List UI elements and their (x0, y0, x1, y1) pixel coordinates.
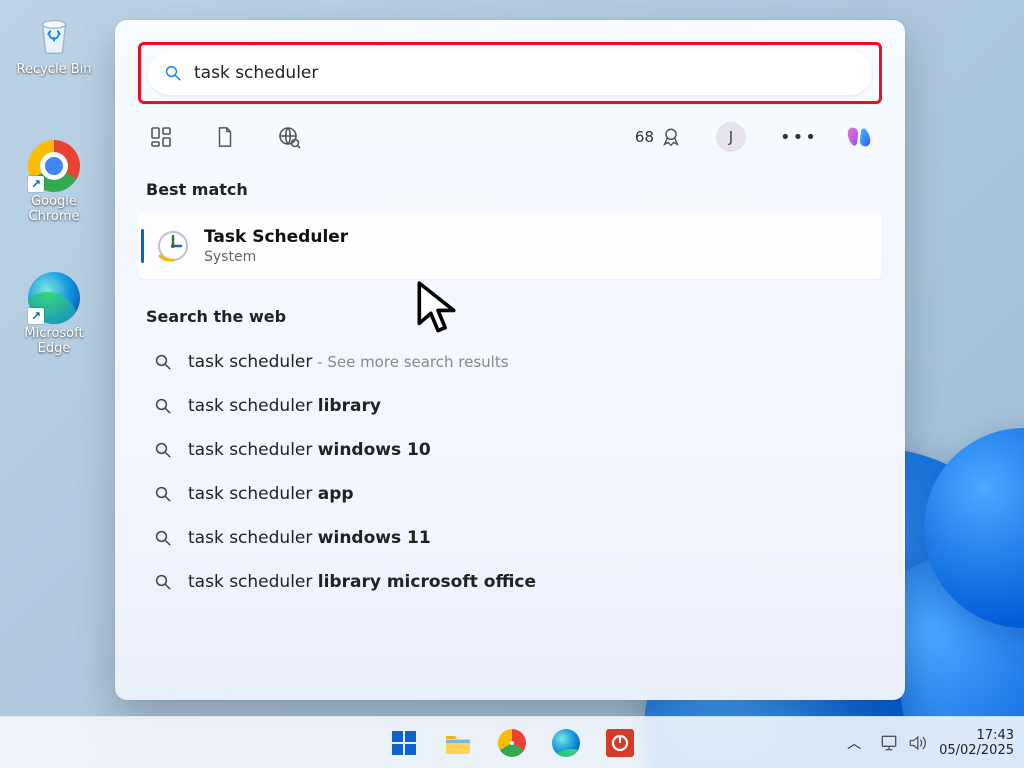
taskbar-clock[interactable]: 17:43 05/02/2025 (939, 728, 1014, 758)
search-icon (154, 485, 172, 503)
more-options-button[interactable]: ••• (780, 127, 810, 148)
shortcut-arrow-icon: ↗ (28, 176, 44, 192)
taskbar-file-explorer[interactable] (437, 722, 479, 764)
web-result-text: task scheduler windows 11 (188, 528, 431, 548)
web-result-text: task scheduler library microsoft office (188, 572, 536, 592)
shortcut-arrow-icon: ↗ (28, 308, 44, 324)
account-avatar[interactable]: J (716, 122, 746, 152)
best-match-heading: Best match (146, 180, 882, 199)
desktop-icon-label: Microsoft Edge (15, 326, 93, 356)
search-icon (154, 529, 172, 547)
best-match-subtitle: System (204, 249, 348, 265)
web-result-item[interactable]: task scheduler library microsoft office (138, 560, 882, 604)
start-search-panel: 68 J ••• Best match Task Scheduler Syste… (115, 20, 905, 700)
volume-icon (907, 733, 927, 753)
rewards-points[interactable]: 68 (635, 126, 682, 148)
desktop-icon-google-chrome[interactable]: ↗ Google Chrome (15, 140, 93, 224)
copilot-icon[interactable] (844, 122, 874, 152)
search-icon (154, 441, 172, 459)
rewards-medal-icon (660, 126, 682, 148)
taskbar-power-app[interactable] (599, 722, 641, 764)
desktop-icon-recycle-bin[interactable]: Recycle Bin (15, 8, 93, 77)
web-result-item[interactable]: task scheduler library (138, 384, 882, 428)
clock-date: 05/02/2025 (939, 743, 1014, 758)
web-result-text: task scheduler windows 10 (188, 440, 431, 460)
taskbar-right: ︿ 17:43 05/02/2025 (841, 728, 1014, 758)
taskbar: ︿ 17:43 05/02/2025 (0, 716, 1024, 768)
network-icon (879, 733, 899, 753)
search-box-highlight (138, 42, 882, 104)
web-result-text: task scheduler app (188, 484, 354, 504)
start-button[interactable] (383, 722, 425, 764)
desktop-icon-microsoft-edge[interactable]: ↗ Microsoft Edge (15, 272, 93, 356)
avatar-initial: J (729, 128, 733, 146)
task-scheduler-clock-icon (156, 229, 190, 263)
web-result-text: task scheduler library (188, 396, 381, 416)
search-web-heading: Search the web (146, 307, 882, 326)
recycle-bin-icon (28, 8, 80, 60)
taskbar-center (383, 722, 641, 764)
search-icon (154, 573, 172, 591)
search-input[interactable] (194, 63, 856, 83)
documents-filter-icon[interactable] (210, 122, 240, 152)
search-icon (154, 353, 172, 371)
web-results-list: task scheduler - See more search results… (138, 340, 882, 604)
rewards-count: 68 (635, 128, 654, 146)
best-match-result[interactable]: Task Scheduler System (138, 213, 882, 279)
web-result-item[interactable]: task scheduler app (138, 472, 882, 516)
web-result-item[interactable]: task scheduler - See more search results (138, 340, 882, 384)
search-box[interactable] (148, 51, 872, 95)
systray-overflow-button[interactable]: ︿ (841, 729, 867, 757)
clock-time: 17:43 (939, 728, 1014, 743)
best-match-title: Task Scheduler (204, 227, 348, 247)
taskbar-chrome[interactable] (491, 722, 533, 764)
web-result-item[interactable]: task scheduler windows 10 (138, 428, 882, 472)
search-filter-row: 68 J ••• (146, 122, 874, 152)
systray-network-volume[interactable] (879, 733, 927, 753)
web-result-item[interactable]: task scheduler windows 11 (138, 516, 882, 560)
web-filter-icon[interactable] (274, 122, 304, 152)
search-icon (164, 64, 182, 82)
desktop-icon-label: Google Chrome (15, 194, 93, 224)
edge-icon: ↗ (28, 272, 80, 324)
search-icon (154, 397, 172, 415)
apps-filter-icon[interactable] (146, 122, 176, 152)
web-result-text: task scheduler - See more search results (188, 352, 509, 372)
desktop-icon-label: Recycle Bin (15, 62, 93, 77)
taskbar-edge[interactable] (545, 722, 587, 764)
chrome-icon: ↗ (28, 140, 80, 192)
